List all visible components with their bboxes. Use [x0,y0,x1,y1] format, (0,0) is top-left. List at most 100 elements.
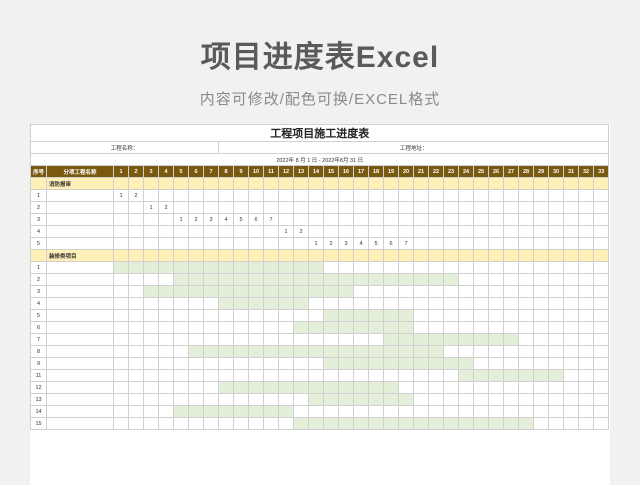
progress-bar-cell[interactable] [413,417,429,430]
day-header-9[interactable]: 9 [233,165,249,178]
day-header-27[interactable]: 27 [503,165,519,178]
category-label[interactable]: 装修类项目 [46,249,114,262]
day-cell[interactable] [173,369,189,382]
day-header-12[interactable]: 12 [278,165,294,178]
grid-cell[interactable] [113,249,129,262]
progress-bar-cell[interactable] [488,417,504,430]
day-cell[interactable] [278,201,294,214]
progress-bar-cell[interactable] [473,369,489,382]
day-value-cell[interactable]: 2 [323,237,339,250]
day-cell[interactable] [188,393,204,406]
day-cell[interactable] [293,213,309,226]
row-index[interactable]: 12 [30,381,47,394]
progress-bar-cell[interactable] [413,333,429,346]
day-cell[interactable] [548,189,564,202]
day-cell[interactable] [398,405,414,418]
progress-bar-cell[interactable] [263,381,279,394]
day-cell[interactable] [503,297,519,310]
progress-bar-cell[interactable] [323,285,339,298]
day-cell[interactable] [533,345,549,358]
day-cell[interactable] [413,321,429,334]
day-cell[interactable] [218,333,234,346]
grid-cell[interactable] [428,177,444,190]
day-cell[interactable] [278,237,294,250]
progress-bar-cell[interactable] [188,273,204,286]
day-cell[interactable] [143,345,159,358]
day-cell[interactable] [158,357,174,370]
item-name-cell[interactable] [46,345,114,358]
day-cell[interactable] [533,393,549,406]
progress-bar-cell[interactable] [338,321,354,334]
day-header-19[interactable]: 19 [383,165,399,178]
progress-bar-cell[interactable] [278,261,294,274]
day-cell[interactable] [128,405,144,418]
day-cell[interactable] [578,225,594,238]
day-cell[interactable] [488,381,504,394]
day-cell[interactable] [293,237,309,250]
progress-bar-cell[interactable] [353,417,369,430]
item-name-cell[interactable] [46,261,114,274]
day-header-28[interactable]: 28 [518,165,534,178]
day-cell[interactable] [443,285,459,298]
progress-bar-cell[interactable] [218,297,234,310]
progress-bar-cell[interactable] [368,345,384,358]
day-cell[interactable] [263,369,279,382]
progress-bar-cell[interactable] [458,369,474,382]
progress-bar-cell[interactable] [263,273,279,286]
progress-bar-cell[interactable] [308,345,324,358]
progress-bar-cell[interactable] [518,369,534,382]
day-cell[interactable] [323,225,339,238]
day-header-26[interactable]: 26 [488,165,504,178]
grid-cell[interactable] [533,177,549,190]
day-cell[interactable] [473,381,489,394]
day-cell[interactable] [203,357,219,370]
progress-bar-cell[interactable] [443,333,459,346]
day-value-cell[interactable]: 7 [263,213,279,226]
date-range[interactable]: 2022年 8 月 1 日 - 2022年8月 31 日 [30,153,610,166]
day-cell[interactable] [578,405,594,418]
progress-bar-cell[interactable] [368,393,384,406]
grid-cell[interactable] [533,249,549,262]
day-cell[interactable] [503,237,519,250]
grid-cell[interactable] [323,177,339,190]
day-cell[interactable] [413,213,429,226]
progress-bar-cell[interactable] [368,273,384,286]
progress-bar-cell[interactable] [173,285,189,298]
day-header-16[interactable]: 16 [338,165,354,178]
day-cell[interactable] [413,285,429,298]
day-cell[interactable] [218,225,234,238]
row-index[interactable]: 1 [30,261,47,274]
day-cell[interactable] [383,261,399,274]
day-cell[interactable] [353,285,369,298]
row-index[interactable]: 9 [30,357,47,370]
progress-bar-cell[interactable] [413,345,429,358]
day-cell[interactable] [323,189,339,202]
day-value-cell[interactable]: 2 [158,201,174,214]
day-cell[interactable] [293,201,309,214]
progress-bar-cell[interactable] [233,405,249,418]
day-cell[interactable] [338,297,354,310]
day-cell[interactable] [368,285,384,298]
day-cell[interactable] [563,297,579,310]
day-value-cell[interactable]: 5 [368,237,384,250]
day-cell[interactable] [278,333,294,346]
day-cell[interactable] [353,225,369,238]
day-cell[interactable] [308,369,324,382]
day-cell[interactable] [488,285,504,298]
progress-bar-cell[interactable] [188,261,204,274]
progress-bar-cell[interactable] [338,309,354,322]
day-cell[interactable] [548,321,564,334]
day-cell[interactable] [203,333,219,346]
day-cell[interactable] [563,369,579,382]
day-header-5[interactable]: 5 [173,165,189,178]
day-cell[interactable] [488,213,504,226]
day-cell[interactable] [218,393,234,406]
grid-cell[interactable] [203,177,219,190]
day-value-cell[interactable]: 1 [113,189,129,202]
day-cell[interactable] [383,285,399,298]
day-cell[interactable] [563,213,579,226]
day-cell[interactable] [248,309,264,322]
day-header-1[interactable]: 1 [113,165,129,178]
progress-bar-cell[interactable] [173,261,189,274]
day-cell[interactable] [413,189,429,202]
